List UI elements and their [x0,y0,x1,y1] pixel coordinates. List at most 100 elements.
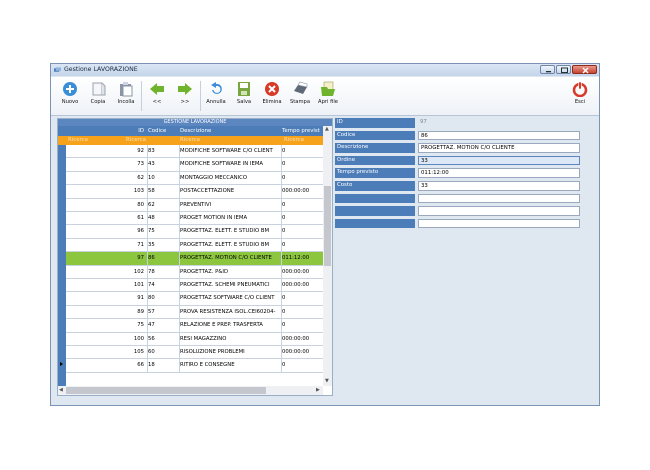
table-row[interactable]: 100 56 RESI MAGAZZINO 000:00:00 [66,332,323,346]
field-label: ID [335,118,415,128]
grid-line [147,185,148,198]
horizontal-scroll-thumb[interactable] [66,387,266,394]
table-row[interactable]: 91 80 PROGETTAZ SOFTWARE C/O CLIENT 0 [66,292,323,306]
cell-descrizione: PROGETTAZ. ELETT. E STUDIO BM [180,228,270,235]
scroll-right-icon[interactable]: ▶ [316,387,320,393]
minimize-button[interactable] [540,65,555,74]
column-header-id[interactable]: ID [114,126,144,136]
grid-line [179,198,180,211]
copy-label: Copia [90,99,106,105]
filter-codice[interactable]: Ricerca [126,136,156,145]
cell-descrizione: RITIRO E CONSEGNE [180,362,235,369]
table-row[interactable]: 102 78 PROGETTAZ. P&ID 000:00:00 [66,265,323,279]
next-button[interactable]: >> [172,80,198,112]
cell-descrizione: MODIFICHE SOFTWARE C/O CLIENT [180,148,273,154]
cell-tempo: 0 [282,148,286,154]
table-row[interactable]: 61 48 PROGET MOTION IN IEMA 0 [66,212,323,226]
cell-id: 102 [133,268,144,275]
window-title: Gestione LAVORAZIONE [64,66,138,73]
save-label: Salva [236,99,252,105]
table-row[interactable]: 97 86 PROGETTAZ. MOTION C/O CLIENTE 011:12:… [66,252,323,266]
filter-descrizione[interactable]: Ricerca [180,136,220,145]
grid-line [281,198,282,211]
cell-descrizione: PROVA RESISTENZA ISOL.CEI60204- [180,308,276,315]
field-input[interactable] [418,193,580,204]
cell-descrizione: RISOLUZIONE PROBLEMI [180,349,245,355]
cell-descrizione: RESI MAGAZZINO [180,335,227,342]
grid-line [179,265,180,278]
cell-codice: 80 [148,295,155,302]
filter-tempo[interactable]: Ricerca [284,136,324,145]
paste-button[interactable]: Incolla [113,80,139,112]
field-input[interactable] [418,218,580,229]
table-row[interactable]: 103 58 POSTACCETTAZIONE 000:00:00 [66,185,323,199]
table-row[interactable]: 80 62 PREVENTIVI 0 [66,198,323,212]
grid-line [147,265,148,278]
cell-id: 91 [137,295,144,302]
table-row[interactable]: 89 57 PROVA RESISTENZA ISOL.CEI60204- 0 [66,305,323,320]
table-row[interactable]: 62 10 MONTAGGIO MECCANICO 0 [66,171,323,186]
scroll-down-icon[interactable]: ▼ [325,378,329,384]
column-header-tempo[interactable]: Tempo previst [282,126,323,136]
grid-line [147,359,148,372]
undo-button[interactable]: Annulla [203,80,229,112]
column-header-descrizione[interactable]: Descrizione [180,126,280,136]
exit-button[interactable]: Esci [567,80,593,112]
cell-codice: 43 [148,161,155,168]
grid-line [281,279,282,292]
scroll-left-icon[interactable]: ◀ [59,387,63,393]
filter-id[interactable]: Ricerca [68,136,98,145]
field-input[interactable]: 011:12:00 [418,168,580,178]
cell-id: 92 [137,148,144,154]
grid-line [147,171,148,185]
field-input[interactable]: PROGETTAZ. MOTION C/O CLIENTE [418,143,580,153]
next-label: >> [180,99,190,105]
new-button[interactable]: Nuovo [57,80,83,112]
table-row[interactable]: 66 18 RITIRO E CONSEGNE 0 [66,359,323,373]
cell-codice: 62 [148,201,155,208]
grid-line [179,171,180,185]
grid-line [281,252,282,265]
close-button[interactable] [572,65,597,74]
cell-tempo: 000:00:00 [282,188,310,195]
table-row[interactable]: 75 47 RELAZIONE E PREP. TRASFERTA 0 [66,319,323,333]
cell-tempo: 0 [282,201,286,208]
save-button[interactable]: Salva [231,80,257,112]
field-label: Codice [335,130,415,141]
table-row[interactable]: 73 43 MODIFICHE SOFTWARE IN IEMA 0 [66,158,323,172]
grid-line [179,252,180,265]
previous-button[interactable]: << [144,80,170,112]
horizontal-scrollbar[interactable]: ◀ ▶ [58,386,323,395]
field-input: 97 [420,119,427,125]
table-row[interactable]: 96 75 PROGETTAZ. ELETT. E STUDIO BM 0 [66,225,323,239]
field-label: Ordine [335,155,415,166]
column-header-codice[interactable]: Codice [148,126,178,136]
copy-button[interactable]: Copia [85,80,111,112]
grid-line [179,145,180,158]
field-label: Descrizione [335,143,415,153]
print-button[interactable]: Stampa [287,80,313,112]
cell-tempo: 0 [282,161,286,168]
table-row[interactable]: 71 35 PROGETTAZ. ELETT. E STUDIO BM 0 [66,238,323,253]
plus-circle-icon [63,82,77,96]
vertical-scroll-thumb[interactable] [324,186,331,266]
field-input[interactable]: 86 [418,130,580,141]
vertical-scrollbar[interactable]: ▲ ▼ [323,126,332,386]
cell-descrizione: POSTACCETTAZIONE [180,188,235,195]
open-file-button[interactable]: Apri file [315,80,341,112]
scroll-up-icon[interactable]: ▲ [325,126,329,132]
minimize-icon [546,71,551,73]
field-input[interactable]: 33 [418,181,580,191]
delete-button[interactable]: Elimina [259,80,285,112]
grid-line [147,212,148,225]
table-row[interactable]: 101 74 PROGETTAZ. SCHEMI PNEUMATICI 000:00:… [66,279,323,293]
field-input[interactable]: 33 [418,155,580,166]
field-input[interactable] [418,206,580,216]
table-row[interactable]: 105 60 RISOLUZIONE PROBLEMI 000:00:00 [66,346,323,360]
cell-id: 105 [133,349,144,355]
maximize-button[interactable] [556,65,571,74]
cell-tempo: 0 [282,295,286,302]
cell-codice: 10 [148,174,155,181]
grid-line [147,252,148,265]
table-row[interactable]: 92 83 MODIFICHE SOFTWARE C/O CLIENT 0 [66,145,323,159]
